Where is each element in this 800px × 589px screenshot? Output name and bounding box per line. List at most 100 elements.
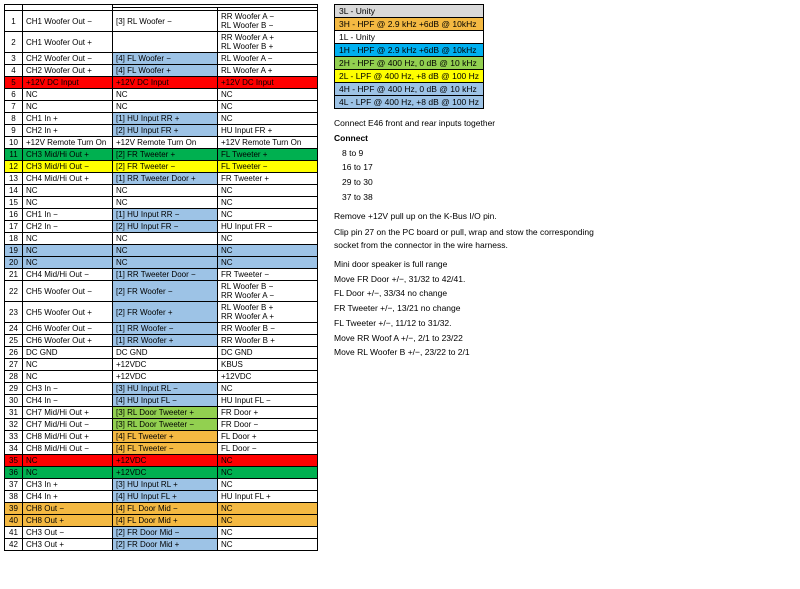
function-cell: CH1 In − xyxy=(23,209,113,221)
clip-note: Clip pin 27 on the PC board or pull, wra… xyxy=(334,226,594,252)
e46-cell: [3] RL Woofer − xyxy=(113,11,218,32)
mini-cell: HU Input FR + xyxy=(218,125,318,137)
p1-cell: 25 xyxy=(5,335,23,347)
e46-cell: +12VDC xyxy=(113,455,218,467)
function-cell: CH5 Woofer Out − xyxy=(23,281,113,302)
function-cell: CH2 In − xyxy=(23,221,113,233)
p1-cell: 15 xyxy=(5,197,23,209)
function-cell: CH2 In + xyxy=(23,125,113,137)
e46-cell: +12V DC Input xyxy=(113,77,218,89)
connect-pair: 29 to 30 xyxy=(334,176,796,189)
mini-cell: NC xyxy=(218,479,318,491)
function-cell: CH6 Woofer Out + xyxy=(23,335,113,347)
mini-cell: NC xyxy=(218,467,318,479)
function-cell: CH1 Woofer Out − xyxy=(23,11,113,32)
mini-cell: NC xyxy=(218,113,318,125)
mini-cell: RR Woofer B − xyxy=(218,323,318,335)
p1-cell: 14 xyxy=(5,185,23,197)
e46-cell: +12V Remote Turn On xyxy=(113,137,218,149)
p1-cell: 16 xyxy=(5,209,23,221)
e46-cell: [4] FL Woofer − xyxy=(113,53,218,65)
move-note: FR Tweeter +/−, 13/21 no change xyxy=(334,302,796,315)
function-cell: NC xyxy=(23,197,113,209)
p1-cell: 6 xyxy=(5,89,23,101)
mini-cell: NC xyxy=(218,527,318,539)
p1-cell: 28 xyxy=(5,371,23,383)
remove-note: Remove +12V pull up on the K-Bus I/O pin… xyxy=(334,210,796,223)
p1-cell: 35 xyxy=(5,455,23,467)
p1-cell: 32 xyxy=(5,419,23,431)
p1-cell: 3 xyxy=(5,53,23,65)
e46-cell: [3] HU Input RL − xyxy=(113,383,218,395)
mini-cell: FL Door + xyxy=(218,431,318,443)
e46-cell: [2] HU Input FR + xyxy=(113,125,218,137)
legend-item: 1L - Unity xyxy=(335,31,484,44)
p1-cell: 36 xyxy=(5,467,23,479)
p1-cell: 10 xyxy=(5,137,23,149)
p1-cell: 27 xyxy=(5,359,23,371)
p1-cell: 31 xyxy=(5,407,23,419)
e46-cell: [1] HU Input RR + xyxy=(113,113,218,125)
p1-cell: 4 xyxy=(5,65,23,77)
legend-item: 4L - LPF @ 400 Hz, +8 dB @ 100 Hz xyxy=(335,96,484,109)
mini-cell: +12V DC Input xyxy=(218,77,318,89)
p1-cell: 41 xyxy=(5,527,23,539)
function-cell: CH4 Mid/Hi Out + xyxy=(23,173,113,185)
p1-cell: 26 xyxy=(5,347,23,359)
mini-cell: FL Door − xyxy=(218,443,318,455)
mini-cell: FR Tweeter − xyxy=(218,269,318,281)
e46-cell: +12VDC xyxy=(113,467,218,479)
mini-cell: NC xyxy=(218,233,318,245)
mini-cell: RR Woofer B + xyxy=(218,335,318,347)
function-cell: CH6 Woofer Out − xyxy=(23,323,113,335)
e46-cell: NC xyxy=(113,89,218,101)
function-cell: CH2 Woofer Out − xyxy=(23,53,113,65)
p1-cell: 18 xyxy=(5,233,23,245)
mini-cell: RL Woofer B −RR Woofer A − xyxy=(218,281,318,302)
mini-cell: FL Tweeter + xyxy=(218,149,318,161)
mini-cell: +12VDC xyxy=(218,371,318,383)
legend-item: 4H - HPF @ 400 Hz, 0 dB @ 10 kHz xyxy=(335,83,484,96)
p1-cell: 9 xyxy=(5,125,23,137)
door-note: Mini door speaker is full range xyxy=(334,258,796,271)
mini-cell: DC GND xyxy=(218,347,318,359)
connect-label: Connect xyxy=(334,132,796,145)
e46-cell: [2] FR Woofer + xyxy=(113,302,218,323)
function-cell: CH7 Mid/Hi Out − xyxy=(23,419,113,431)
mini-cell: NC xyxy=(218,185,318,197)
function-cell: CH3 Out + xyxy=(23,539,113,551)
function-cell: NC xyxy=(23,257,113,269)
legend-table: 3L - Unity3H - HPF @ 2.9 kHz +6dB @ 10kH… xyxy=(334,4,484,109)
table-section: 1CH1 Woofer Out −[3] RL Woofer −RR Woofe… xyxy=(4,4,318,551)
mini-cell: FR Tweeter + xyxy=(218,173,318,185)
e46-cell: NC xyxy=(113,101,218,113)
function-cell: DC GND xyxy=(23,347,113,359)
e46-cell: NC xyxy=(113,257,218,269)
p1-cell: 11 xyxy=(5,149,23,161)
function-cell: CH1 Woofer Out + xyxy=(23,32,113,53)
e46-cell: NC xyxy=(113,185,218,197)
move-note: FL Tweeter +/−, 11/12 to 31/32. xyxy=(334,317,796,330)
mini-cell: FL Tweeter − xyxy=(218,161,318,173)
function-cell: CH1 In + xyxy=(23,113,113,125)
e46-cell: +12VDC xyxy=(113,371,218,383)
legend-item: 3H - HPF @ 2.9 kHz +6dB @ 10kHz xyxy=(335,18,484,31)
function-cell: CH7 Mid/Hi Out + xyxy=(23,407,113,419)
e46-cell: [2] FR Door Mid − xyxy=(113,527,218,539)
e46-cell: [1] RR Woofer + xyxy=(113,335,218,347)
e46-cell: DC GND xyxy=(113,347,218,359)
legend-item: 3L - Unity xyxy=(335,5,484,18)
function-cell: CH8 Out + xyxy=(23,515,113,527)
mini-cell: FR Door + xyxy=(218,407,318,419)
mini-cell: FR Door − xyxy=(218,419,318,431)
p1-cell: 24 xyxy=(5,323,23,335)
e46-cell: [2] FR Door Mid + xyxy=(113,539,218,551)
function-cell: +12V Remote Turn On xyxy=(23,137,113,149)
function-cell: NC xyxy=(23,359,113,371)
p1-cell: 39 xyxy=(5,503,23,515)
e46-cell: [4] FL Tweeter + xyxy=(113,431,218,443)
e46-cell: [4] HU Input FL − xyxy=(113,395,218,407)
e46-cell: [2] FR Tweeter + xyxy=(113,149,218,161)
mini-cell: +12V Remote Turn On xyxy=(218,137,318,149)
function-cell: CH8 Mid/Hi Out − xyxy=(23,443,113,455)
